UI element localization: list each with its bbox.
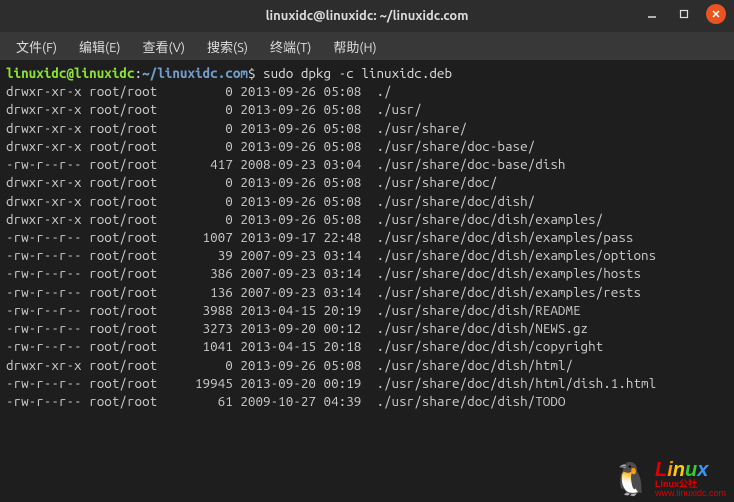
- menu-terminal[interactable]: 终端(T): [260, 33, 321, 60]
- output-line: -rw-r--r-- root/root 3988 2013-04-15 20:…: [6, 301, 728, 319]
- menu-help[interactable]: 帮助(H): [323, 33, 386, 60]
- output-line: -rw-r--r-- root/root 39 2007-09-23 03:14…: [6, 246, 728, 264]
- close-button[interactable]: [706, 4, 726, 24]
- output-line: drwxr-xr-x root/root 0 2013-09-26 05:08 …: [6, 192, 728, 210]
- output-line: drwxr-xr-x root/root 0 2013-09-26 05:08 …: [6, 82, 728, 100]
- maximize-button[interactable]: [674, 4, 694, 24]
- output-line: -rw-r--r-- root/root 19945 2013-09-20 00…: [6, 374, 728, 392]
- menubar: 文件(F) 编辑(E) 查看(V) 搜索(S) 终端(T) 帮助(H): [0, 32, 734, 60]
- output-line: drwxr-xr-x root/root 0 2013-09-26 05:08 …: [6, 173, 728, 191]
- output-line: -rw-r--r-- root/root 417 2008-09-23 03:0…: [6, 155, 728, 173]
- output-line: drwxr-xr-x root/root 0 2013-09-26 05:08 …: [6, 100, 728, 118]
- output-line: -rw-r--r-- root/root 1041 2013-04-15 20:…: [6, 337, 728, 355]
- menu-search[interactable]: 搜索(S): [197, 33, 258, 60]
- menu-file[interactable]: 文件(F): [6, 33, 67, 60]
- terminal-output[interactable]: linuxidc@linuxidc:~/linuxidc.com$ sudo d…: [0, 60, 734, 502]
- output-line: drwxr-xr-x root/root 0 2013-09-26 05:08 …: [6, 137, 728, 155]
- output-line: drwxr-xr-x root/root 0 2013-09-26 05:08 …: [6, 119, 728, 137]
- minimize-button[interactable]: [642, 4, 662, 24]
- output-line: drwxr-xr-x root/root 0 2013-09-26 05:08 …: [6, 356, 728, 374]
- titlebar: linuxidc@linuxidc: ~/linuxidc.com: [0, 0, 734, 32]
- window-controls: [642, 4, 726, 24]
- output-line: -rw-r--r-- root/root 136 2007-09-23 03:1…: [6, 283, 728, 301]
- menu-edit[interactable]: 编辑(E): [69, 33, 130, 60]
- menu-view[interactable]: 查看(V): [133, 33, 195, 60]
- output-line: -rw-r--r-- root/root 1007 2013-09-17 22:…: [6, 228, 728, 246]
- output-line: -rw-r--r-- root/root 3273 2013-09-20 00:…: [6, 319, 728, 337]
- output-line: -rw-r--r-- root/root 386 2007-09-23 03:1…: [6, 264, 728, 282]
- window-title: linuxidc@linuxidc: ~/linuxidc.com: [266, 9, 469, 23]
- output-line: drwxr-xr-x root/root 0 2013-09-26 05:08 …: [6, 210, 728, 228]
- output-line: -rw-r--r-- root/root 61 2009-10-27 04:39…: [6, 392, 728, 410]
